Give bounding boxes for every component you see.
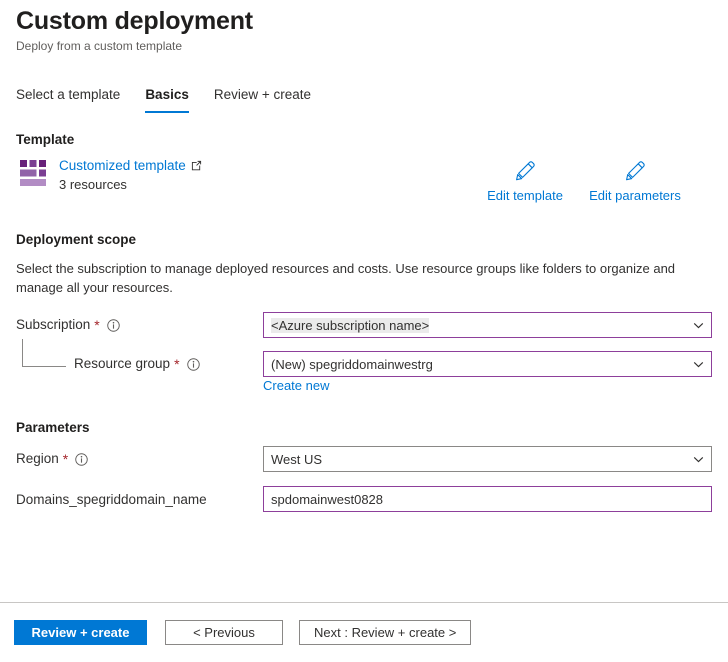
region-dropdown[interactable]: West US	[263, 446, 712, 472]
domain-name-input[interactable]: spdomainwest0828	[263, 486, 712, 512]
info-icon[interactable]	[187, 358, 200, 371]
deployment-scope-description: Select the subscription to manage deploy…	[16, 259, 676, 297]
deployment-scope-heading: Deployment scope	[16, 231, 136, 249]
tab-select-a-template[interactable]: Select a template	[16, 86, 120, 113]
edit-template-action[interactable]: Edit template	[470, 160, 580, 203]
footer-divider	[0, 602, 728, 603]
custom-deployment-page: Custom deployment Deploy from a custom t…	[0, 0, 728, 662]
tab-basics[interactable]: Basics	[145, 86, 189, 113]
template-edit-actions: Edit template Edit parameters	[470, 160, 720, 203]
region-label: Region	[16, 450, 59, 468]
subscription-label-group: Subscription *	[16, 316, 120, 334]
subscription-label: Subscription	[16, 316, 90, 334]
review-create-button[interactable]: Review + create	[14, 620, 147, 645]
create-new-resource-group-link[interactable]: Create new	[263, 377, 329, 394]
resource-group-indent-connector	[22, 339, 66, 367]
pencil-icon	[514, 160, 536, 182]
customized-template-link[interactable]: Customized template	[59, 157, 186, 174]
domain-name-label: Domains_spegriddomain_name	[16, 491, 207, 509]
chevron-down-icon	[692, 358, 705, 371]
tab-review-create[interactable]: Review + create	[214, 86, 311, 113]
previous-button[interactable]: < Previous	[165, 620, 283, 645]
resource-group-required-marker: *	[174, 357, 179, 371]
info-icon[interactable]	[107, 319, 120, 332]
template-text: Customized template 3 resources	[59, 157, 202, 193]
region-required-marker: *	[63, 452, 68, 466]
next-review-create-button[interactable]: Next : Review + create >	[299, 620, 471, 645]
edit-parameters-action[interactable]: Edit parameters	[580, 160, 690, 203]
open-in-new-icon[interactable]	[191, 160, 202, 171]
tab-bar: Select a template Basics Review + create	[16, 86, 336, 113]
template-grid-icon	[20, 160, 46, 186]
pencil-icon	[624, 160, 646, 182]
resource-group-label-group: Resource group *	[74, 355, 200, 373]
edit-parameters-label: Edit parameters	[589, 188, 681, 203]
template-summary: Customized template 3 resources	[20, 157, 202, 193]
page-title: Custom deployment	[16, 6, 253, 36]
subscription-required-marker: *	[94, 318, 99, 332]
resource-group-value: (New) spegriddomainwestrg	[271, 357, 686, 372]
subscription-value: <Azure subscription name>	[271, 318, 429, 333]
template-section-heading: Template	[16, 131, 74, 149]
chevron-down-icon	[692, 319, 705, 332]
parameters-heading: Parameters	[16, 419, 90, 437]
edit-template-label: Edit template	[487, 188, 563, 203]
domain-name-value: spdomainwest0828	[271, 492, 705, 507]
region-label-group: Region *	[16, 450, 88, 468]
domain-name-label-group: Domains_spegriddomain_name	[16, 491, 207, 509]
page-subtitle: Deploy from a custom template	[16, 38, 182, 54]
subscription-dropdown[interactable]: <Azure subscription name>	[263, 312, 712, 338]
template-link-row: Customized template	[59, 157, 202, 174]
chevron-down-icon	[692, 453, 705, 466]
resource-group-label: Resource group	[74, 355, 170, 373]
footer-actions: Review + create < Previous Next : Review…	[14, 620, 487, 645]
resource-group-dropdown[interactable]: (New) spegriddomainwestrg	[263, 351, 712, 377]
region-value: West US	[271, 452, 686, 467]
info-icon[interactable]	[75, 453, 88, 466]
template-resource-count: 3 resources	[59, 176, 202, 193]
